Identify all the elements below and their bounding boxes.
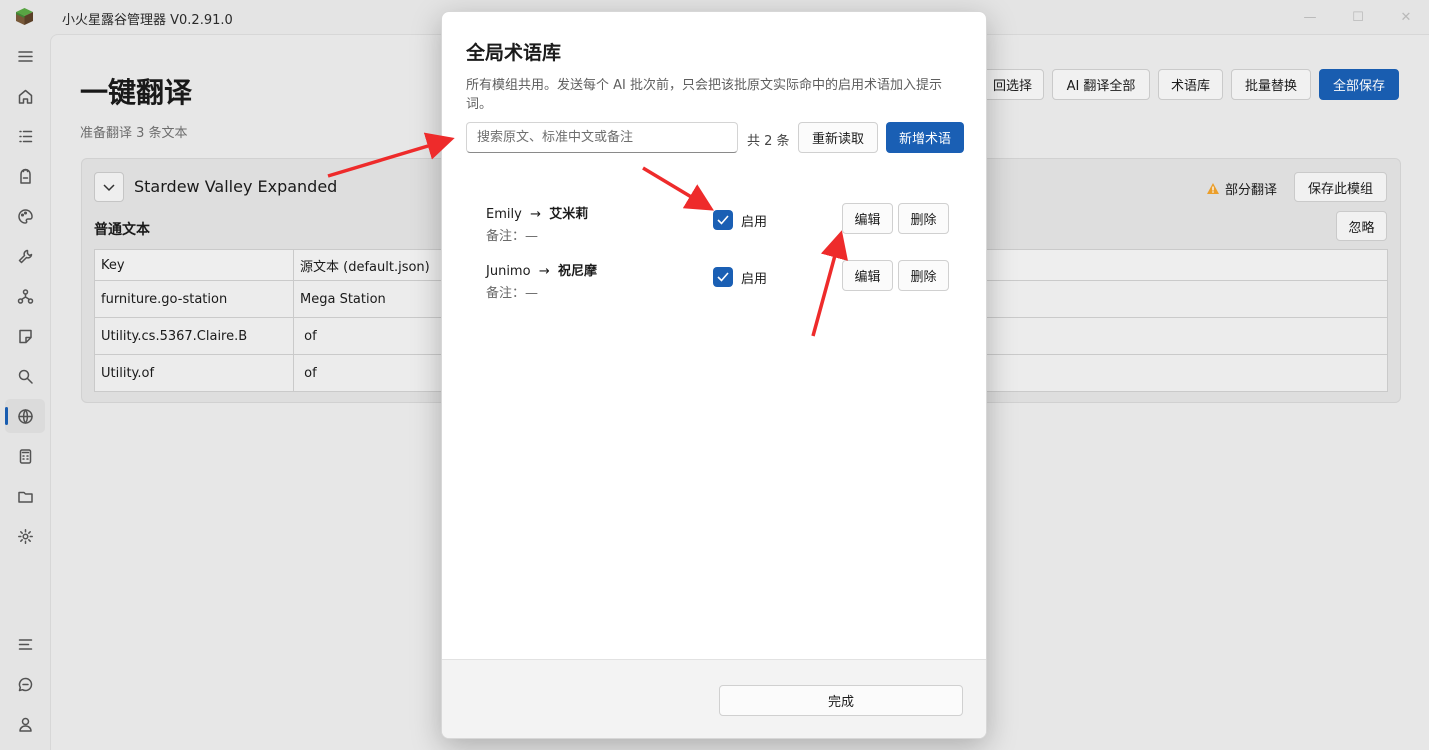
- add-term-button[interactable]: 新增术语: [886, 122, 964, 153]
- term-source: Emily: [486, 207, 522, 222]
- reload-button[interactable]: 重新读取: [798, 122, 878, 153]
- delete-button[interactable]: 删除: [898, 260, 949, 291]
- term-arrow: →: [538, 264, 550, 279]
- term-source: Junimo: [486, 264, 531, 279]
- term-mapping: Emily → 艾米莉: [486, 203, 588, 222]
- dialog-title: 全局术语库: [466, 42, 562, 64]
- enabled-checkbox[interactable]: [713, 210, 733, 230]
- glossary-search-input[interactable]: [466, 122, 738, 153]
- enabled-checkbox[interactable]: [713, 267, 733, 287]
- list-item: Junimo → 祝尼摩 备注：— 启用 编辑 删除: [486, 260, 956, 306]
- delete-button[interactable]: 删除: [898, 203, 949, 234]
- checkmark-icon: [717, 272, 729, 282]
- term-target: 艾米莉: [549, 207, 589, 222]
- dialog-footer: 完成: [442, 659, 986, 738]
- glossary-dialog: 全局术语库 所有模组共用。发送每个 AI 批次前，只会把该批原文实际命中的启用术…: [441, 11, 987, 739]
- edit-button[interactable]: 编辑: [842, 203, 893, 234]
- list-item: Emily → 艾米莉 备注：— 启用 编辑 删除: [486, 203, 956, 249]
- checkmark-icon: [717, 215, 729, 225]
- enabled-label: 启用: [741, 272, 768, 287]
- term-note: 备注：—: [486, 286, 539, 301]
- term-count: 共 2 条: [747, 134, 790, 149]
- enabled-label: 启用: [741, 215, 768, 230]
- term-arrow: →: [530, 207, 541, 222]
- term-target: 祝尼摩: [557, 264, 597, 279]
- dialog-description: 所有模组共用。发送每个 AI 批次前，只会把该批原文实际命中的启用术语加入提示词…: [466, 78, 942, 112]
- edit-button[interactable]: 编辑: [842, 260, 893, 291]
- term-note: 备注：—: [486, 229, 539, 244]
- done-button[interactable]: 完成: [719, 685, 963, 716]
- term-mapping: Junimo → 祝尼摩: [486, 260, 597, 279]
